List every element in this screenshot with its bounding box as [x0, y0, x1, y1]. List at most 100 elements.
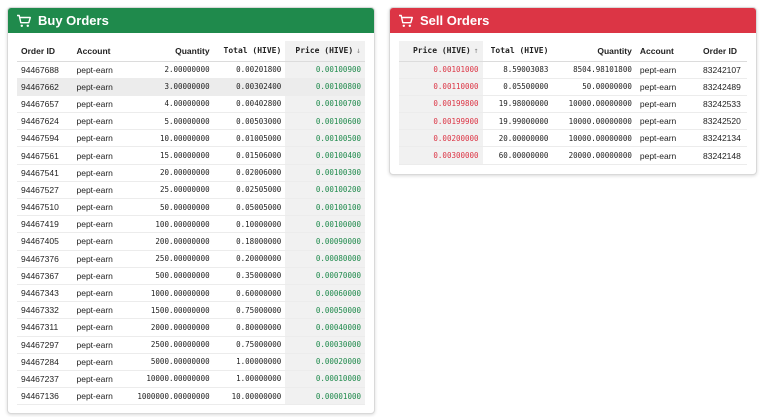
quantity-cell: 10000.00000000 — [552, 129, 636, 148]
quantity-cell: 10000.00000000 — [552, 95, 636, 114]
table-row[interactable]: 94467594 pept-earn 10.00000000 0.01005000 0.… — [17, 129, 365, 148]
total-cell: 10.00000000 — [213, 387, 286, 406]
column-header-price[interactable]: Price (HIVE) ↑ — [399, 41, 483, 62]
table-row[interactable]: 0.00101000 8.59003083 8504.98101800 pept-ea… — [399, 61, 747, 79]
quantity-cell: 1000.00000000 — [131, 284, 214, 303]
total-cell: 20.00000000 — [482, 129, 553, 148]
table-row[interactable]: 94467136 pept-earn 1000000.00000000 10.0000… — [17, 387, 365, 406]
account-cell: pept-earn — [635, 95, 700, 114]
sort-desc-icon: ↓ — [356, 46, 361, 56]
table-row[interactable]: 94467419 pept-earn 100.00000000 0.10000000 0… — [17, 215, 365, 234]
price-cell: 0.00100600 — [285, 112, 365, 131]
table-row[interactable]: 94467624 pept-earn 5.00000000 0.00503000 0.0… — [17, 112, 365, 131]
order-id-cell: 94467527 — [17, 181, 73, 200]
price-cell: 0.00100700 — [285, 95, 365, 114]
account-cell: pept-earn — [72, 164, 132, 182]
account-cell: pept-earn — [72, 232, 132, 251]
table-row[interactable]: 94467237 pept-earn 10000.00000000 1.0000000… — [17, 370, 365, 389]
account-cell: pept-earn — [72, 284, 132, 303]
quantity-cell: 8504.98101800 — [552, 61, 636, 79]
quantity-cell: 20.00000000 — [131, 164, 214, 182]
table-row[interactable]: 94467541 pept-earn 20.00000000 0.02006000 0.… — [17, 164, 365, 182]
total-cell: 8.59003083 — [482, 61, 553, 79]
price-cell: 0.00020000 — [285, 353, 365, 371]
account-cell: pept-earn — [635, 78, 700, 96]
quantity-cell: 200.00000000 — [131, 232, 214, 251]
total-cell: 0.60000000 — [213, 284, 286, 303]
quantity-cell: 2500.00000000 — [131, 336, 214, 354]
account-cell: pept-earn — [635, 112, 700, 131]
table-row[interactable]: 94467297 pept-earn 2500.00000000 0.75000000… — [17, 336, 365, 354]
account-cell: pept-earn — [72, 78, 132, 96]
total-cell: 0.80000000 — [213, 318, 286, 337]
order-id-cell: 94467624 — [17, 112, 73, 131]
quantity-cell: 1000000.00000000 — [131, 387, 214, 406]
table-row[interactable]: 0.00199900 19.99000000 10000.00000000 pept-… — [399, 112, 747, 131]
table-row[interactable]: 94467688 pept-earn 2.00000000 0.00201800 0.0… — [17, 61, 365, 79]
table-row[interactable]: 94467510 pept-earn 50.00000000 0.05005000 0.… — [17, 198, 365, 217]
quantity-cell: 50.00000000 — [131, 198, 214, 217]
order-id-cell: 94467541 — [17, 164, 73, 182]
quantity-cell: 25.00000000 — [131, 181, 214, 200]
column-header-total[interactable]: Total (HIVE) — [482, 41, 553, 62]
column-header-account[interactable]: Account — [72, 41, 132, 62]
order-id-cell: 94467237 — [17, 370, 73, 389]
account-cell: pept-earn — [72, 370, 132, 389]
table-row[interactable]: 94467284 pept-earn 5000.00000000 1.00000000… — [17, 353, 365, 371]
table-row[interactable]: 0.00199800 19.98000000 10000.00000000 pept-… — [399, 95, 747, 114]
quantity-cell: 3.00000000 — [131, 78, 214, 96]
table-row[interactable]: 94467405 pept-earn 200.00000000 0.18000000 0… — [17, 232, 365, 251]
table-row[interactable]: 94467367 pept-earn 500.00000000 0.35000000 0… — [17, 267, 365, 285]
quantity-cell: 4.00000000 — [131, 95, 214, 114]
order-id-cell: 94467405 — [17, 232, 73, 251]
order-id-cell: 94467419 — [17, 215, 73, 234]
account-cell: pept-earn — [72, 129, 132, 148]
total-cell: 19.98000000 — [482, 95, 553, 114]
account-cell: pept-earn — [72, 198, 132, 217]
account-cell: pept-earn — [635, 129, 700, 148]
account-cell: pept-earn — [635, 61, 700, 79]
column-header-price-label: Price (HIVE) — [295, 46, 354, 56]
table-row[interactable]: 94467561 pept-earn 15.00000000 0.01506000 0.… — [17, 146, 365, 165]
sell-orders-table: Price (HIVE) ↑ Total (HIVE) Quantity Acco… — [399, 41, 747, 165]
order-id-cell: 83242489 — [699, 78, 747, 96]
column-header-order-id[interactable]: Order ID — [17, 41, 73, 62]
quantity-cell: 50.00000000 — [552, 78, 636, 96]
table-row[interactable]: 94467376 pept-earn 250.00000000 0.20000000 0… — [17, 250, 365, 268]
order-id-cell: 83242148 — [699, 146, 747, 165]
total-cell: 0.01506000 — [213, 146, 286, 165]
table-row[interactable]: 94467311 pept-earn 2000.00000000 0.80000000… — [17, 318, 365, 337]
order-id-cell: 94467284 — [17, 353, 73, 371]
table-row[interactable]: 94467343 pept-earn 1000.00000000 0.60000000… — [17, 284, 365, 303]
total-cell: 0.01005000 — [213, 129, 286, 148]
order-id-cell: 94467376 — [17, 250, 73, 268]
column-header-order-id[interactable]: Order ID — [699, 41, 747, 62]
price-cell: 0.00070000 — [285, 267, 365, 285]
account-cell: pept-earn — [72, 267, 132, 285]
buy-orders-title: Buy Orders — [38, 13, 109, 28]
order-id-cell: 83242134 — [699, 129, 747, 148]
table-row[interactable]: 94467657 pept-earn 4.00000000 0.00402800 0.0… — [17, 95, 365, 114]
quantity-cell: 15.00000000 — [131, 146, 214, 165]
shopping-cart-icon — [398, 14, 414, 28]
table-row[interactable]: 0.00110000 0.05500000 50.00000000 pept-earn… — [399, 78, 747, 96]
column-header-quantity[interactable]: Quantity — [552, 41, 636, 62]
column-header-account[interactable]: Account — [635, 41, 700, 62]
account-cell: pept-earn — [72, 95, 132, 114]
price-cell: 0.00199900 — [399, 112, 483, 131]
account-cell: pept-earn — [635, 146, 700, 165]
total-cell: 0.02006000 — [213, 164, 286, 182]
price-cell: 0.00060000 — [285, 284, 365, 303]
column-header-total[interactable]: Total (HIVE) — [213, 41, 286, 62]
column-header-quantity[interactable]: Quantity — [131, 41, 214, 62]
table-row[interactable]: 0.00200000 20.00000000 10000.00000000 pept-… — [399, 129, 747, 148]
column-header-price[interactable]: Price (HIVE) ↓ — [285, 41, 365, 62]
table-row[interactable]: 0.00300000 60.00000000 20000.00000000 pept-… — [399, 146, 747, 165]
table-row[interactable]: 94467662 pept-earn 3.00000000 0.00302400 0.0… — [17, 78, 365, 96]
price-cell: 0.00100500 — [285, 129, 365, 148]
table-row[interactable]: 94467527 pept-earn 25.00000000 0.02505000 0.… — [17, 181, 365, 200]
table-row[interactable]: 94467332 pept-earn 1500.00000000 0.75000000… — [17, 301, 365, 320]
table-header-row: Order ID Account Quantity Total (HIVE) P… — [17, 41, 365, 62]
order-id-cell: 83242533 — [699, 95, 747, 114]
order-id-cell: 94467311 — [17, 318, 73, 337]
